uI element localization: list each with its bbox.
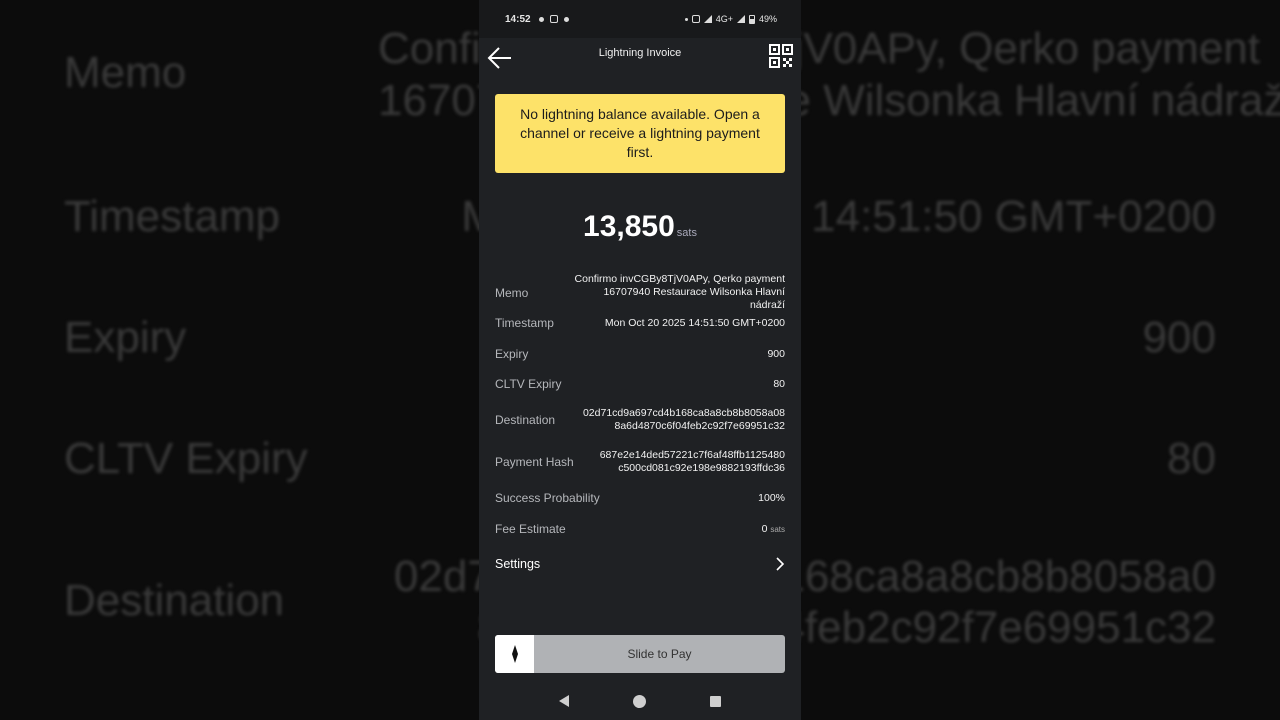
detail-row-payment-hash: Payment Hash 687e2e14ded57221c7f6af48ffb… [495,449,785,475]
fee-unit: sats [770,524,785,534]
slide-knob[interactable] [495,635,534,673]
dot-icon [684,17,688,21]
bg-label-timestamp: Timestamp [64,192,280,241]
detail-row-success-probability: Success Probability 100% [495,491,785,505]
bg-label-expiry: Expiry [64,313,187,362]
detail-value: 900 [767,347,785,360]
detail-value: 02d71cd9a697cd4b168ca8a8cb8b8058a088a6d4… [582,407,785,432]
amount-unit: sats [676,227,697,239]
bg-label-memo: Memo [64,48,187,97]
bg-value-expiry: 900 [1142,313,1216,362]
status-left-icons [539,15,569,23]
detail-value: 0 sats [762,523,785,536]
status-right-icons: 4G+ 49% [684,14,777,24]
nav-back-icon[interactable] [559,695,569,707]
app-notification-icon [550,15,558,23]
notification-icon [539,16,544,22]
page-title: Lightning Invoice [598,47,682,59]
amount-value: 13,850 [583,210,675,243]
network-type: 4G+ [715,14,733,24]
no-balance-warning: No lightning balance available. Open a c… [495,94,785,173]
detail-value: 100% [758,491,785,504]
detail-value: Confirmo invCGBy8TjV0APy, Qerko payment … [574,273,785,311]
android-nav-bar [479,682,801,720]
grid-notification-icon [564,16,569,22]
detail-row-memo: Memo Confirmo invCGBy8TjV0APy, Qerko pay… [495,273,785,312]
detail-label: Timestamp [495,316,554,330]
detail-value: 687e2e14ded57221c7f6af48ffb1125480c500cd… [599,449,785,474]
slide-label: Slide to Pay [627,647,692,661]
bg-label-destination: Destination [64,576,285,625]
detail-row-fee-estimate: Fee Estimate 0 sats [495,522,785,536]
nav-home-icon[interactable] [633,694,646,708]
slide-to-pay[interactable]: Slide to Pay [495,635,785,673]
battery-level: 49% [758,14,777,24]
detail-label: CLTV Expiry [495,377,562,391]
settings-label: Settings [495,557,541,571]
wifi-signal-icon [703,15,712,23]
nfc-icon [691,15,700,23]
app-header: Lightning Invoice [479,38,801,78]
detail-row-expiry: Expiry 900 [495,347,785,361]
detail-label: Destination [495,413,556,427]
bg-label-cltv: CLTV Expiry [64,434,308,483]
phone-screen: 14:52 4G+ 49% Lightning Invoice No light… [479,0,801,720]
detail-row-timestamp: Timestamp Mon Oct 20 2025 14:51:50 GMT+0… [495,316,785,330]
fee-value: 0 [761,522,768,535]
bg-value-cltv: 80 [1167,434,1216,483]
detail-value: 80 [773,377,785,390]
cell-signal-icon [736,15,745,23]
status-bar: 14:52 4G+ 49% [479,0,801,38]
detail-row-destination: Destination 02d71cd9a697cd4b168ca8a8cb8b… [495,407,785,433]
detail-label: Payment Hash [495,455,574,469]
detail-label: Memo [495,285,529,300]
detail-label: Fee Estimate [495,522,566,536]
invoice-amount: 13,850 sats [479,210,801,244]
battery-icon [748,14,755,24]
detail-value: Mon Oct 20 2025 14:51:50 GMT+0200 [604,316,785,329]
status-time: 14:52 [505,13,531,25]
qr-code-icon[interactable] [769,44,793,68]
detail-label: Success Probability [495,491,600,505]
detail-label: Expiry [495,347,529,361]
detail-row-cltv-expiry: CLTV Expiry 80 [495,377,785,391]
lightning-icon [511,645,518,663]
chevron-right-icon [776,557,785,571]
settings-row[interactable]: Settings [495,557,785,571]
nav-recents-icon[interactable] [710,695,721,707]
